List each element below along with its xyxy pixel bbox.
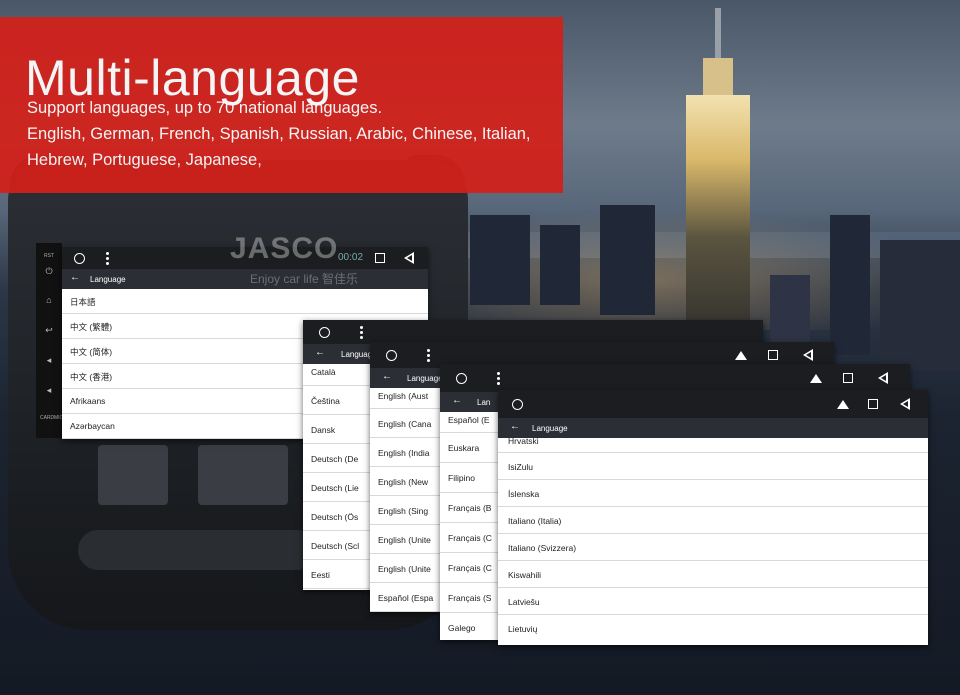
- volume-down-button[interactable]: ◂: [44, 385, 54, 395]
- list-item[interactable]: Italiano (Svizzera): [498, 534, 928, 561]
- screen-header: Language: [407, 374, 443, 383]
- building: [830, 215, 870, 355]
- recents-square-icon[interactable]: [768, 350, 778, 360]
- overflow-menu-icon[interactable]: [427, 349, 430, 364]
- banner-line: Hebrew, Portuguese, Japanese,: [27, 151, 262, 169]
- back-triangle-icon[interactable]: [900, 398, 910, 410]
- building: [770, 275, 810, 345]
- status-bar: [498, 390, 928, 418]
- building: [880, 240, 960, 370]
- screen-header: Language: [90, 275, 126, 284]
- control-panel: [78, 530, 318, 570]
- recents-square-icon[interactable]: [843, 373, 853, 383]
- tower-spire: [715, 8, 721, 60]
- back-arrow-icon[interactable]: ←: [70, 272, 80, 283]
- eject-icon[interactable]: [837, 400, 849, 409]
- empire-state-building: [686, 95, 750, 355]
- back-triangle-icon[interactable]: [878, 372, 888, 384]
- head-unit-side-panel: RST ⏻ ⌂ ↩ ◂ ◂ MIC CARD: [36, 243, 63, 438]
- back-triangle-icon[interactable]: [404, 252, 414, 264]
- title-bar: ← Language: [498, 418, 928, 438]
- language-screen-4: ← Language Hrvatski IsiZulu Íslenska Ita…: [498, 390, 928, 645]
- screen-header: Language: [532, 424, 568, 433]
- rst-label: RST: [44, 253, 54, 259]
- list-item[interactable]: Latviešu: [498, 588, 928, 615]
- card-label: CARD: [40, 415, 55, 421]
- recents-square-icon[interactable]: [375, 253, 385, 263]
- back-arrow-icon[interactable]: ←: [510, 421, 520, 432]
- home-circle-icon[interactable]: [74, 253, 85, 264]
- watermark-brand: JASCO: [230, 232, 339, 265]
- list-item[interactable]: 日本語: [62, 289, 428, 314]
- list-item[interactable]: Lietuvių: [498, 615, 928, 641]
- tower-top: [703, 58, 733, 98]
- power-button[interactable]: ⏻: [44, 266, 54, 276]
- back-arrow-icon[interactable]: ←: [452, 395, 462, 406]
- home-button[interactable]: ⌂: [44, 295, 54, 305]
- home-circle-icon[interactable]: [456, 373, 467, 384]
- back-arrow-icon[interactable]: ←: [382, 371, 392, 382]
- air-vent: [198, 445, 288, 505]
- eject-icon[interactable]: [810, 374, 822, 383]
- title-bar: ← Language: [62, 269, 428, 289]
- building: [600, 205, 655, 315]
- home-circle-icon[interactable]: [386, 350, 397, 361]
- banner-line: English, German, French, Spanish, Russia…: [27, 125, 531, 143]
- back-button[interactable]: ↩: [44, 325, 54, 335]
- screen-header: Lan: [477, 398, 491, 407]
- watermark-tagline: Enjoy car life 智佳乐: [250, 272, 359, 286]
- status-time: 00:02: [338, 252, 364, 263]
- eject-icon[interactable]: [735, 351, 747, 360]
- banner-line: Support languages, up to 70 national lan…: [27, 99, 383, 117]
- list-item[interactable]: IsiZulu: [498, 453, 928, 480]
- list-item[interactable]: Hrvatski: [498, 436, 928, 453]
- volume-up-button[interactable]: ◂: [44, 355, 54, 365]
- list-item[interactable]: Íslenska: [498, 480, 928, 507]
- building: [540, 225, 580, 305]
- overflow-menu-icon[interactable]: [497, 372, 500, 387]
- back-arrow-icon[interactable]: ←: [315, 347, 325, 358]
- home-circle-icon[interactable]: [512, 399, 523, 410]
- list-item[interactable]: Kiswahili: [498, 561, 928, 588]
- status-bar: [440, 364, 910, 392]
- feature-banner: Multi-language Support languages, up to …: [0, 17, 563, 193]
- overflow-menu-icon[interactable]: [106, 252, 109, 267]
- air-vent: [98, 445, 168, 505]
- list-item[interactable]: Italiano (Italia): [498, 507, 928, 534]
- back-triangle-icon[interactable]: [803, 349, 813, 361]
- building: [470, 215, 530, 305]
- recents-square-icon[interactable]: [868, 399, 878, 409]
- home-circle-icon[interactable]: [319, 327, 330, 338]
- status-bar: [303, 320, 763, 344]
- overflow-menu-icon[interactable]: [360, 326, 363, 341]
